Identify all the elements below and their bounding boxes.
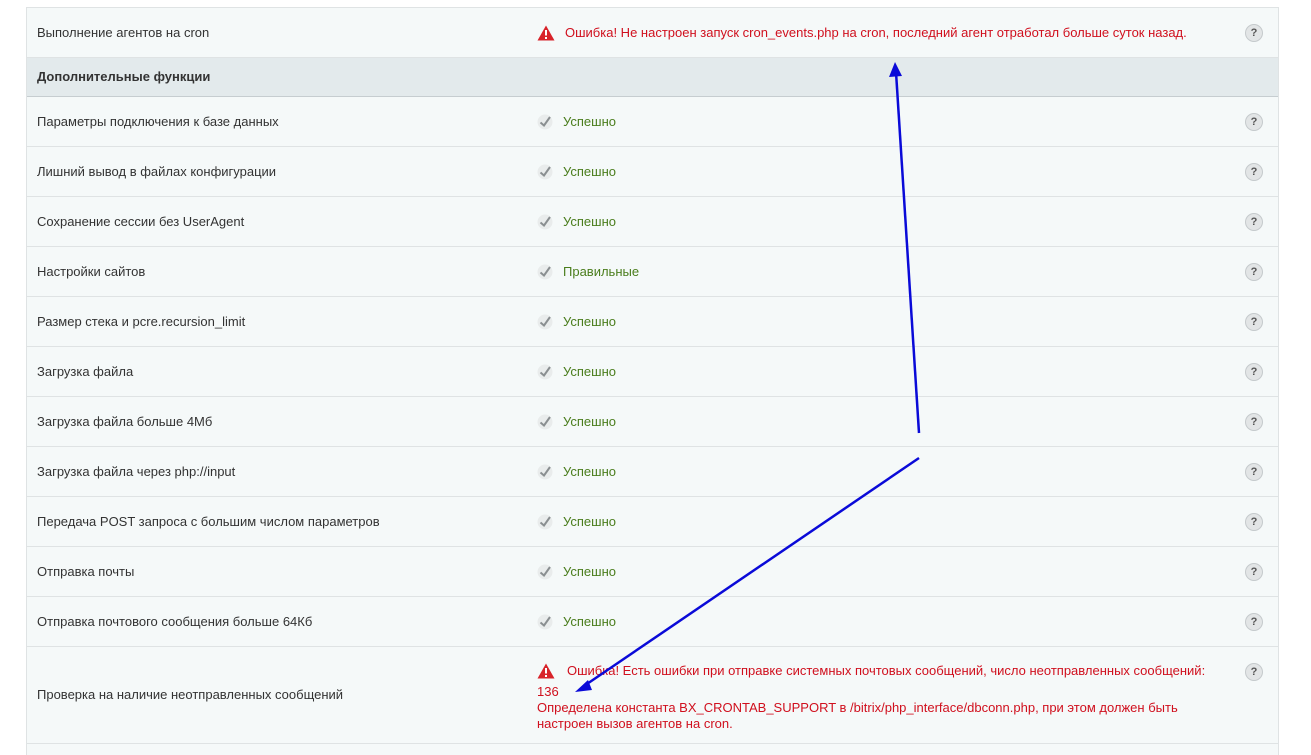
table-row: Лишний вывод в файлах конфигурации Успеш… <box>27 147 1278 197</box>
section-header: Дополнительные функции <box>27 58 1278 97</box>
check-icon <box>537 464 553 479</box>
table-row-mail-check: Проверка на наличие неотправленных сообщ… <box>27 647 1278 744</box>
table-row: Настройки сайтов Правильные ? <box>27 247 1278 297</box>
status-text: Успешно <box>563 364 616 379</box>
table-row: Отправка почты Успешно ? <box>27 547 1278 597</box>
question-icon[interactable]: ? <box>1245 463 1263 481</box>
table-row: Загрузка файла больше 4Мб Успешно ? <box>27 397 1278 447</box>
status-cell: Успешно <box>537 197 616 246</box>
question-icon[interactable]: ? <box>1245 613 1263 631</box>
row-name: Отправка почты <box>37 564 135 579</box>
error-block: Ошибка! Есть ошибки при отправке системн… <box>537 663 1237 732</box>
status-cell: Ошибка! Не настроен запуск cron_events.p… <box>537 8 1187 57</box>
status-cell: Успешно <box>537 297 616 346</box>
check-icon <box>537 314 553 329</box>
check-table: Выполнение агентов на cron Ошибка! Не на… <box>26 7 1279 755</box>
check-icon <box>537 164 553 179</box>
table-row: Размер стека и pcre.recursion_limit Успе… <box>27 297 1278 347</box>
question-icon[interactable]: ? <box>1245 213 1263 231</box>
row-name: Загрузка файла через php://input <box>37 464 236 479</box>
warning-triangle-icon <box>537 25 555 40</box>
check-icon <box>537 414 553 429</box>
question-icon[interactable]: ? <box>1245 263 1263 281</box>
status-cell: Успешно <box>537 97 616 146</box>
question-icon[interactable]: ? <box>1245 163 1263 181</box>
row-name: Проверка на наличие неотправленных сообщ… <box>37 687 344 702</box>
status-text: Успешно <box>563 464 616 479</box>
table-row <box>27 744 1278 755</box>
check-icon <box>537 214 553 229</box>
status-cell: Правильные <box>537 247 639 296</box>
check-icon <box>537 264 553 279</box>
status-text: Успешно <box>563 214 616 229</box>
check-icon <box>537 614 553 629</box>
table-row: Сохранение сессии без UserAgent Успешно … <box>27 197 1278 247</box>
status-cell: Успешно <box>537 547 616 596</box>
check-icon <box>537 364 553 379</box>
status-cell: Успешно <box>537 447 616 496</box>
row-name: Отправка почтового сообщения больше 64Кб <box>37 614 313 629</box>
table-row: Загрузка файла Успешно ? <box>27 347 1278 397</box>
row-name: Загрузка файла больше 4Мб <box>37 414 213 429</box>
table-row-cron: Выполнение агентов на cron Ошибка! Не на… <box>27 8 1278 58</box>
table-row: Параметры подключения к базе данных Успе… <box>27 97 1278 147</box>
row-name: Передача POST запроса с большим числом п… <box>37 514 380 529</box>
row-name: Настройки сайтов <box>37 264 146 279</box>
question-icon[interactable]: ? <box>1245 413 1263 431</box>
row-name: Сохранение сессии без UserAgent <box>37 214 245 229</box>
error-details: Определена константа BX_CRONTAB_SUPPORT … <box>537 700 1178 731</box>
question-icon[interactable]: ? <box>1245 563 1263 581</box>
error-text: Ошибка! Есть ошибки при отправке системн… <box>567 663 1206 678</box>
status-cell: Успешно <box>537 147 616 196</box>
table-row: Загрузка файла через php://input Успешно… <box>27 447 1278 497</box>
status-text: Успешно <box>563 314 616 329</box>
status-text: Успешно <box>563 564 616 579</box>
question-icon[interactable]: ? <box>1245 513 1263 531</box>
row-name: Параметры подключения к базе данных <box>37 114 279 129</box>
question-icon[interactable]: ? <box>1245 313 1263 331</box>
check-icon <box>537 514 553 529</box>
system-check-page: Выполнение агентов на cron Ошибка! Не на… <box>0 0 1311 755</box>
table-row: Передача POST запроса с большим числом п… <box>27 497 1278 547</box>
row-name: Загрузка файла <box>37 364 134 379</box>
row-name: Лишний вывод в файлах конфигурации <box>37 164 277 179</box>
question-icon[interactable]: ? <box>1245 663 1263 681</box>
warning-triangle-icon <box>537 663 555 679</box>
status-text: Успешно <box>563 514 616 529</box>
status-text: Успешно <box>563 414 616 429</box>
check-icon <box>537 564 553 579</box>
row-name: Выполнение агентов на cron <box>37 25 210 40</box>
status-text: Успешно <box>563 114 616 129</box>
status-cell: Успешно <box>537 497 616 546</box>
question-icon[interactable]: ? <box>1245 113 1263 131</box>
unsent-count: 136 <box>537 684 559 699</box>
check-icon <box>537 114 553 129</box>
question-icon[interactable]: ? <box>1245 363 1263 381</box>
status-text: Успешно <box>563 614 616 629</box>
status-text: Правильные <box>563 264 640 279</box>
row-name: Размер стека и pcre.recursion_limit <box>37 314 246 329</box>
status-cell: Успешно <box>537 397 616 446</box>
status-text: Успешно <box>563 164 616 179</box>
section-title: Дополнительные функции <box>37 69 211 84</box>
question-icon[interactable]: ? <box>1245 24 1263 42</box>
status-cell: Успешно <box>537 347 616 396</box>
table-row: Отправка почтового сообщения больше 64Кб… <box>27 597 1278 647</box>
status-cell: Успешно <box>537 597 616 646</box>
status-text: Ошибка! Не настроен запуск cron_events.p… <box>565 25 1187 40</box>
